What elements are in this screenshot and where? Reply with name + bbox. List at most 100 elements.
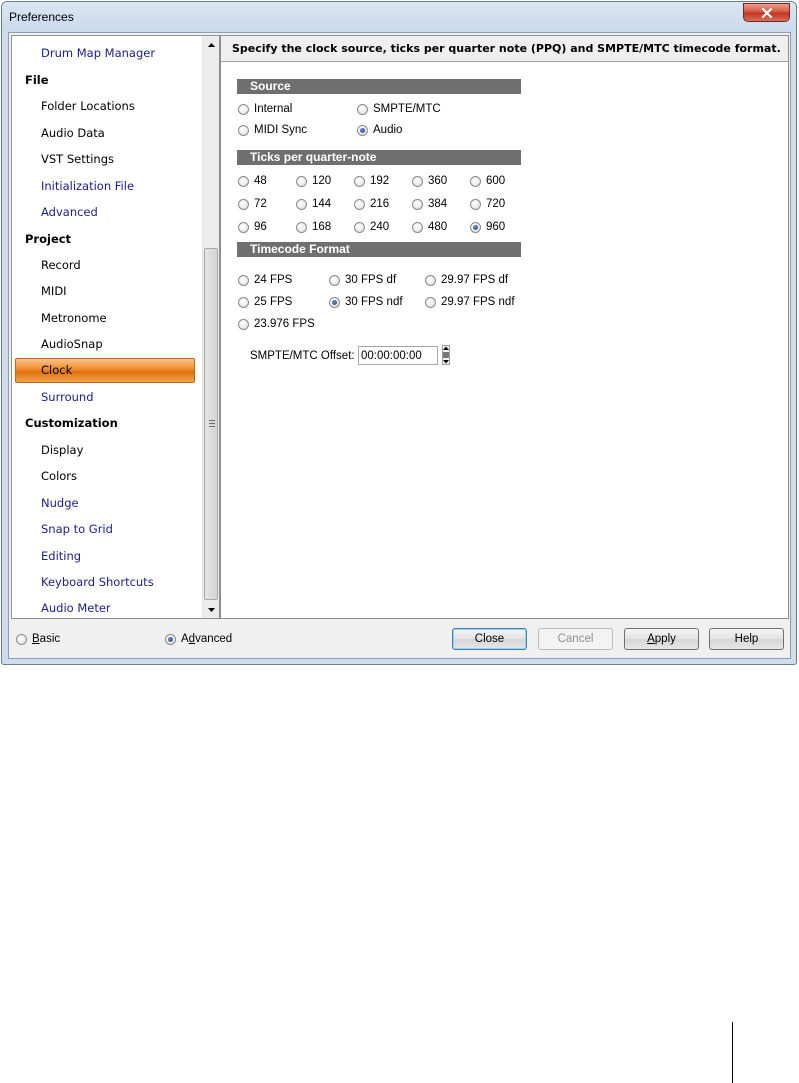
source-radio-label: SMPTE/MTC (373, 103, 441, 115)
timecode-radio-label: 30 FPS df (345, 274, 397, 286)
ticks-radio-384[interactable]: 384 (412, 196, 447, 212)
timecode-radio-label: 29.97 FPS df (441, 274, 509, 286)
scroll-up-arrow[interactable] (203, 36, 219, 53)
timecode-radio-23-976-fps[interactable]: 23.976 FPS (238, 316, 315, 332)
tree-item-nudge[interactable]: Nudge (12, 490, 202, 516)
smpte-offset-spinner[interactable] (442, 345, 450, 365)
tree-item-vst-settings[interactable]: VST Settings (12, 146, 202, 172)
timecode-radio-29-97-fps-df[interactable]: 29.97 FPS df (425, 272, 508, 288)
radio-circle-icon (412, 221, 423, 233)
tree-item-audio-meter[interactable]: Audio Meter (12, 595, 202, 618)
timecode-radio-label: 25 FPS (254, 296, 293, 308)
tree-category-project[interactable]: Project (12, 226, 202, 252)
radio-circle-icon (238, 296, 249, 308)
ticks-radio-168[interactable]: 168 (296, 219, 331, 235)
close-button[interactable]: Close (452, 628, 527, 650)
scroll-thumb[interactable] (204, 248, 218, 600)
tree-item-audio-data[interactable]: Audio Data (12, 120, 202, 146)
preferences-window: Preferences Drum Map Manager File Folder L… (1, 1, 797, 665)
source-radio-internal[interactable]: Internal (238, 101, 292, 117)
ticks-radio-480[interactable]: 480 (412, 219, 447, 235)
tree-item-surround[interactable]: Surround (12, 384, 202, 410)
tree-category-customization[interactable]: Customization (12, 410, 202, 436)
source-radio-label: MIDI Sync (254, 124, 308, 136)
scroll-down-arrow[interactable] (203, 601, 219, 618)
radio-circle-icon (357, 103, 368, 115)
radio-circle-icon (412, 175, 423, 187)
radio-circle-icon (238, 175, 249, 187)
ticks-radio-48[interactable]: 48 (238, 173, 267, 189)
window-close-button[interactable] (743, 3, 790, 22)
timecode-radio-30-fps-ndf[interactable]: 30 FPS ndf (329, 294, 403, 310)
ticks-radio-label: 480 (428, 221, 448, 233)
timecode-radio-29-97-fps-ndf[interactable]: 29.97 FPS ndf (425, 294, 515, 310)
tree-category-file[interactable]: File (12, 67, 202, 93)
radio-circle-icon (354, 198, 365, 210)
timecode-radio-30-fps-df[interactable]: 30 FPS df (329, 272, 396, 288)
basic-mode-radio[interactable]: Basic (16, 631, 60, 647)
ticks-radio-label: 720 (486, 198, 506, 210)
tree-item-display[interactable]: Display (12, 437, 202, 463)
cancel-button[interactable]: Cancel (538, 628, 613, 650)
tree-item-clock[interactable]: Clock (15, 358, 195, 383)
close-x-icon (761, 7, 772, 18)
radio-circle-icon (329, 274, 340, 286)
help-button[interactable]: Help (709, 628, 784, 650)
tree-item-audiosnap[interactable]: AudioSnap (12, 331, 202, 357)
window-title: Preferences (9, 10, 74, 24)
tree-item-colors[interactable]: Colors (12, 463, 202, 489)
tree-item-editing[interactable]: Editing (12, 543, 202, 569)
tree-item-snap-to-grid[interactable]: Snap to Grid (12, 516, 202, 542)
tree-item-metronome[interactable]: Metronome (12, 305, 202, 331)
scroll-grip-icon (209, 420, 215, 429)
source-radio-midi-sync[interactable]: MIDI Sync (238, 122, 307, 138)
tree-item-drum-map-manager[interactable]: Drum Map Manager (12, 40, 202, 66)
ticks-radio-144[interactable]: 144 (296, 196, 331, 212)
source-radio-label: Audio (373, 124, 403, 136)
radio-circle-icon (296, 198, 307, 210)
ticks-radio-600[interactable]: 600 (470, 173, 505, 189)
tree-scrollbar[interactable] (202, 36, 219, 618)
smpte-offset-input[interactable] (358, 346, 438, 365)
smpte-offset-label: SMPTE/MTC Offset: (250, 350, 355, 362)
tree-item-record[interactable]: Record (12, 252, 202, 278)
radio-circle-icon (354, 221, 365, 233)
apply-button[interactable]: Apply (624, 628, 699, 650)
spinner-arrows-icon (442, 345, 450, 365)
arrow-down-icon (207, 607, 215, 612)
tree-item-advanced[interactable]: Advanced (12, 199, 202, 225)
ticks-radio-216[interactable]: 216 (354, 196, 389, 212)
ticks-radio-label: 960 (486, 221, 506, 233)
dialog-footer: Basic Advanced Close Cancel Apply Help (9, 620, 790, 658)
ticks-radio-72[interactable]: 72 (238, 196, 267, 212)
ticks-radio-120[interactable]: 120 (296, 173, 331, 189)
ticks-radio-label: 120 (312, 175, 332, 187)
source-radio-smpte-mtc[interactable]: SMPTE/MTC (357, 101, 441, 117)
ticks-radio-240[interactable]: 240 (354, 219, 389, 235)
tree-item-folder-locations[interactable]: Folder Locations (12, 93, 202, 119)
source-radio-audio[interactable]: Audio (357, 122, 402, 138)
ticks-radio-label: 144 (312, 198, 332, 210)
timecode-radio-label: 30 FPS ndf (345, 296, 403, 308)
title-bar[interactable]: Preferences (2, 2, 796, 33)
radio-circle-icon (470, 198, 481, 210)
ticks-radio-label: 48 (254, 175, 267, 187)
ticks-radio-360[interactable]: 360 (412, 173, 447, 189)
ticks-radio-label: 384 (428, 198, 448, 210)
timecode-radio-25-fps[interactable]: 25 FPS (238, 294, 292, 310)
tree-item-initialization-file[interactable]: Initialization File (12, 173, 202, 199)
ticks-radio-960[interactable]: 960 (470, 219, 505, 235)
ticks-radio-label: 216 (370, 198, 390, 210)
ticks-radio-720[interactable]: 720 (470, 196, 505, 212)
radio-circle-icon (238, 221, 249, 233)
ticks-radio-label: 96 (254, 221, 267, 233)
ticks-radio-96[interactable]: 96 (238, 219, 267, 235)
advanced-mode-label: Advanced (181, 633, 233, 645)
ticks-radio-192[interactable]: 192 (354, 173, 389, 189)
timecode-radio-24-fps[interactable]: 24 FPS (238, 272, 292, 288)
advanced-mode-radio[interactable]: Advanced (165, 631, 232, 647)
tree-item-midi[interactable]: MIDI (12, 278, 202, 304)
tree-item-keyboard-shortcuts[interactable]: Keyboard Shortcuts (12, 569, 202, 595)
clock-settings-panel: Specify the clock source, ticks per quar… (220, 35, 789, 619)
page-edge-rule (732, 1022, 733, 1083)
